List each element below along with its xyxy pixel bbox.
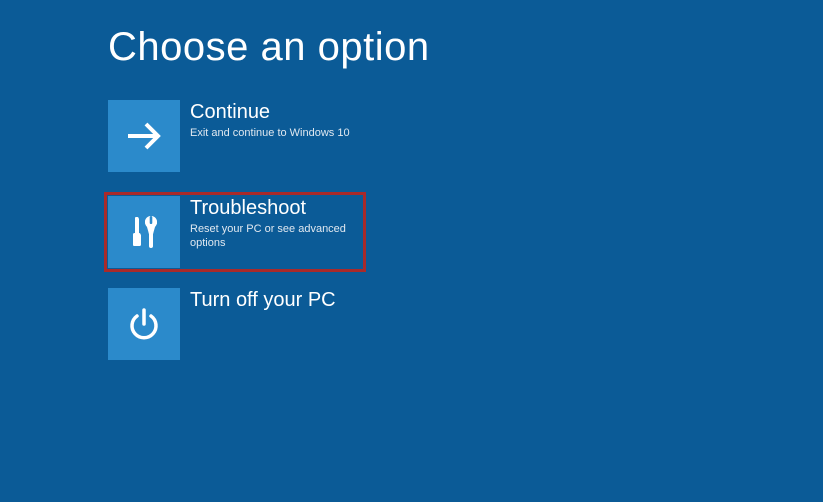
troubleshoot-text-block: Troubleshoot Reset your PC or see advanc… (180, 196, 362, 251)
continue-desc: Exit and continue to Windows 10 (190, 126, 350, 140)
page-title: Choose an option (108, 25, 823, 70)
troubleshoot-desc: Reset your PC or see advanced options (190, 222, 362, 251)
continue-title: Continue (190, 100, 350, 124)
turnoff-text-block: Turn off your PC (180, 288, 336, 314)
turnoff-title: Turn off your PC (190, 288, 336, 312)
tools-icon (122, 210, 166, 254)
power-icon (124, 304, 164, 344)
turnoff-icon-tile (108, 288, 180, 360)
troubleshoot-title: Troubleshoot (190, 196, 362, 220)
option-troubleshoot[interactable]: Troubleshoot Reset your PC or see advanc… (104, 192, 366, 272)
troubleshoot-icon-tile (108, 196, 180, 268)
option-continue[interactable]: Continue Exit and continue to Windows 10 (108, 100, 368, 172)
continue-icon-tile (108, 100, 180, 172)
arrow-right-icon (122, 114, 166, 158)
recovery-options-container: Choose an option Continue Exit and conti… (0, 0, 823, 360)
option-turnoff[interactable]: Turn off your PC (108, 288, 368, 360)
continue-text-block: Continue Exit and continue to Windows 10 (180, 100, 350, 140)
